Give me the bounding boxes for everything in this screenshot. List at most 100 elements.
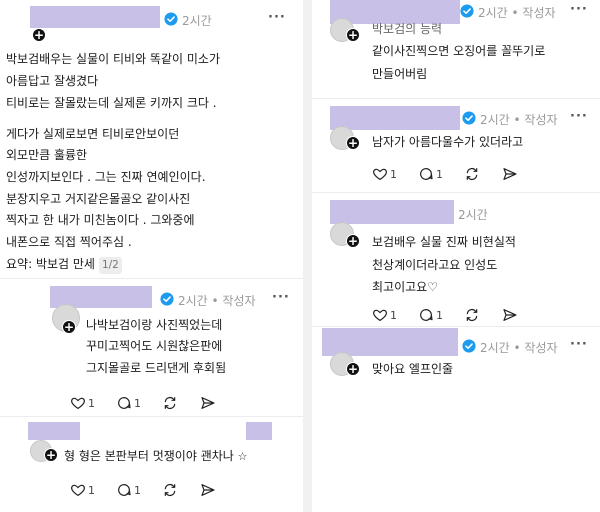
reply-line: 보검배우 실물 진짜 비현실적 [372, 235, 516, 249]
page-indicator-badge[interactable]: 1/2 [98, 257, 122, 274]
follow-plus-icon[interactable]: + [44, 448, 58, 462]
separator [312, 192, 600, 193]
follow-plus-icon[interactable]: + [346, 136, 360, 150]
heart-icon [373, 168, 387, 181]
reply-line: 박보검의 능력 [372, 22, 443, 36]
share-icon [201, 484, 215, 496]
post-timestamp: 2시간 [182, 14, 212, 28]
redacted-username [246, 422, 272, 440]
share-button[interactable] [200, 394, 216, 412]
share-button[interactable] [502, 306, 518, 324]
post-line: 아름답고 잘생겼다 [6, 74, 99, 88]
more-options-icon[interactable]: ··· [570, 337, 588, 352]
post-line: 외모만큼 훌륭한 [6, 148, 88, 162]
like-button[interactable]: 1 [70, 481, 95, 499]
follow-plus-icon[interactable]: + [62, 320, 76, 334]
redacted-username [330, 106, 460, 130]
reply-text-row: 형 형은 본판부터 멋쟁이야 괜차나 ☆ [64, 449, 248, 464]
separator [0, 416, 303, 417]
reply-actions: 1 1 [70, 481, 270, 499]
more-options-icon[interactable]: ··· [268, 10, 286, 25]
verified-badge-icon [160, 292, 174, 306]
comment-count: 1 [134, 396, 141, 410]
comment-count: 1 [436, 167, 443, 181]
reply-meta: 2시간 • 작성자 [478, 6, 556, 20]
like-button[interactable]: 1 [372, 165, 397, 183]
comment-button[interactable]: 1 [116, 481, 141, 499]
post-line: 찍자고 한 내가 미친놈이다 . 그와중에 [6, 213, 195, 227]
repost-button[interactable] [464, 165, 480, 183]
comment-count: 1 [134, 483, 141, 497]
post-line: 게다가 실제로보면 티비로안보이던 [6, 127, 180, 141]
reply-line: 나박보검이랑 사진찍었는데 [86, 318, 223, 332]
like-count: 1 [88, 483, 95, 497]
post-line: 인성까지보인다 . 그는 진짜 연예인이다. [6, 170, 206, 184]
comment-count: 1 [436, 308, 443, 322]
right-column: + 2시간 • 작성자 ··· 박보검의 능력 같이사진찍으면 오징어를 꼴뚜기… [312, 0, 600, 512]
redacted-username [330, 200, 454, 224]
more-options-icon[interactable]: ··· [272, 290, 290, 305]
like-button[interactable]: 1 [70, 394, 95, 412]
left-column: + 2시간 ··· 박보검배우는 실물이 티비와 똑같이 미소가 아름답고 잘생… [0, 0, 303, 512]
more-options-icon[interactable]: ··· [570, 109, 588, 124]
follow-plus-icon[interactable]: + [32, 28, 46, 42]
post-line: 박보검배우는 실물이 티비와 똑같이 미소가 [6, 52, 220, 66]
column-divider [303, 0, 312, 512]
redacted-username [28, 422, 80, 440]
comment-icon [118, 397, 131, 409]
follow-plus-icon[interactable]: + [346, 234, 360, 248]
repost-icon [164, 483, 176, 497]
follow-plus-icon[interactable]: + [346, 28, 360, 42]
verified-badge-icon [462, 111, 476, 125]
comment-button[interactable]: 1 [116, 394, 141, 412]
share-icon [201, 397, 215, 409]
reply-text: 남자가 아름다울수가 있더라고 [372, 135, 524, 149]
heart-icon [373, 309, 387, 322]
verified-badge-icon [164, 12, 178, 26]
share-button[interactable] [200, 481, 216, 499]
post-summary: 요약: 박보검 만세 [6, 257, 95, 271]
more-options-icon[interactable]: ··· [570, 2, 588, 17]
reply-timestamp: 2시간 [458, 208, 488, 222]
reply-line: 그지몰골로 드리댄게 후회됨 [86, 361, 227, 375]
comment-icon [420, 309, 433, 321]
separator [312, 98, 600, 99]
reply-meta: 2시간 • 작성자 [480, 341, 558, 355]
reply-meta: 2시간 • 작성자 [480, 113, 558, 127]
post-line: 분장지우고 거지같은몰골오 같이사진 [6, 192, 191, 206]
post-summary-row: 요약: 박보검 만세 1/2 [6, 257, 122, 274]
share-button[interactable] [502, 165, 518, 183]
reply-line: 천상계이더라고요 인성도 [372, 258, 498, 272]
heart-icon [71, 397, 85, 410]
repost-button[interactable] [464, 306, 480, 324]
repost-button[interactable] [162, 394, 178, 412]
repost-icon [164, 396, 176, 410]
separator [312, 326, 600, 327]
like-count: 1 [88, 396, 95, 410]
reply-line: 같이사진찍으면 오징어를 꼴뚜기로 [372, 44, 546, 58]
redacted-username [30, 6, 160, 28]
comment-button[interactable]: 1 [418, 165, 443, 183]
comment-icon [420, 168, 433, 180]
like-button[interactable]: 1 [372, 306, 397, 324]
share-icon [503, 309, 517, 321]
post-line: 내폰으로 직접 찍어주심 . [6, 235, 132, 249]
reply-text: 맞아요 엘프인줄 [372, 362, 454, 376]
follow-plus-icon[interactable]: + [346, 362, 360, 376]
share-icon [503, 168, 517, 180]
verified-badge-icon [460, 4, 474, 18]
reply-line: 꾸미고찍어도 시원찮은판에 [86, 339, 223, 353]
repost-button[interactable] [162, 481, 178, 499]
comment-button[interactable]: 1 [418, 306, 443, 324]
reply-actions: 1 1 [70, 394, 270, 412]
star-glyph: ☆ [237, 450, 248, 463]
separator [0, 278, 303, 279]
like-count: 1 [390, 308, 397, 322]
reply-meta: 2시간 • 작성자 [178, 294, 256, 308]
reply-text: 형 형은 본판부터 멋쟁이야 괜차나 [64, 449, 234, 463]
comment-icon [118, 484, 131, 496]
reply-line: 최고이고요♡ [372, 280, 438, 294]
reply-line: 만들어버림 [372, 67, 428, 81]
repost-icon [466, 308, 478, 322]
repost-icon [466, 167, 478, 181]
